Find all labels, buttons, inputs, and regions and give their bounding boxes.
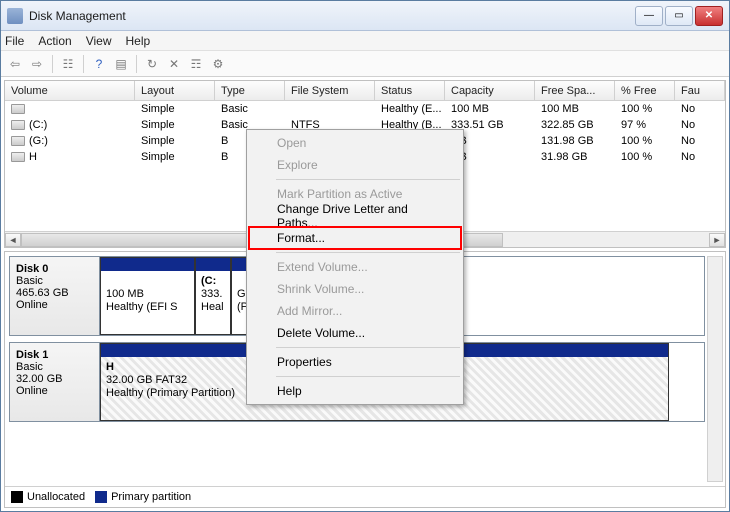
context-mirror[interactable]: Add Mirror... xyxy=(249,300,461,322)
context-change-letter[interactable]: Change Drive Letter and Paths... xyxy=(249,205,461,227)
menu-action[interactable]: Action xyxy=(38,34,71,48)
column-fault[interactable]: Fau xyxy=(675,81,725,100)
disk-label[interactable]: Disk 1Basic32.00 GBOnline xyxy=(10,343,100,421)
forward-icon[interactable]: ⇨ xyxy=(27,54,47,74)
context-properties[interactable]: Properties xyxy=(249,351,461,373)
table-row[interactable]: SimpleBasicHealthy (E...100 MB100 MB100 … xyxy=(5,101,725,117)
context-menu: Open Explore Mark Partition as Active Ch… xyxy=(246,129,464,405)
titlebar: Disk Management — ▭ ✕ xyxy=(1,1,729,31)
column-freespace[interactable]: Free Spa... xyxy=(535,81,615,100)
column-layout[interactable]: Layout xyxy=(135,81,215,100)
window-title: Disk Management xyxy=(29,9,635,23)
scroll-left-icon[interactable]: ◄ xyxy=(5,233,21,247)
close-button[interactable]: ✕ xyxy=(695,6,723,26)
column-type[interactable]: Type xyxy=(215,81,285,100)
context-separator xyxy=(276,347,460,348)
panes-icon[interactable]: ☷ xyxy=(58,54,78,74)
minimize-button[interactable]: — xyxy=(635,6,663,26)
column-filesystem[interactable]: File System xyxy=(285,81,375,100)
context-shrink[interactable]: Shrink Volume... xyxy=(249,278,461,300)
legend-label-unallocated: Unallocated xyxy=(27,491,85,503)
context-separator xyxy=(276,179,460,180)
context-explore[interactable]: Explore xyxy=(249,154,461,176)
window-controls: — ▭ ✕ xyxy=(635,6,723,26)
settings-icon[interactable]: ⚙ xyxy=(208,54,228,74)
properties-icon[interactable]: ☶ xyxy=(186,54,206,74)
volume-list-header: Volume Layout Type File System Status Ca… xyxy=(5,81,725,101)
refresh-icon[interactable]: ↻ xyxy=(142,54,162,74)
context-open[interactable]: Open xyxy=(249,132,461,154)
partition[interactable]: (C:333.Heal xyxy=(195,257,231,335)
context-extend[interactable]: Extend Volume... xyxy=(249,256,461,278)
back-icon[interactable]: ⇦ xyxy=(5,54,25,74)
legend-swatch-primary xyxy=(95,491,107,503)
column-capacity[interactable]: Capacity xyxy=(445,81,535,100)
drive-icon xyxy=(11,152,25,162)
legend-swatch-unallocated xyxy=(11,491,23,503)
column-volume[interactable]: Volume xyxy=(5,81,135,100)
delete-icon[interactable]: ✕ xyxy=(164,54,184,74)
menu-view[interactable]: View xyxy=(86,34,112,48)
menubar: File Action View Help xyxy=(1,31,729,51)
vertical-scrollbar[interactable] xyxy=(707,256,723,482)
app-icon xyxy=(7,8,23,24)
disk-label[interactable]: Disk 0Basic465.63 GBOnline xyxy=(10,257,100,335)
help-icon[interactable]: ? xyxy=(89,54,109,74)
context-separator xyxy=(276,252,460,253)
list-icon[interactable]: ▤ xyxy=(111,54,131,74)
toolbar-separator xyxy=(83,55,84,73)
context-separator xyxy=(276,376,460,377)
toolbar-separator xyxy=(136,55,137,73)
toolbar-separator xyxy=(52,55,53,73)
context-format[interactable]: Format... xyxy=(249,227,461,249)
context-delete[interactable]: Delete Volume... xyxy=(249,322,461,344)
scroll-right-icon[interactable]: ► xyxy=(709,233,725,247)
context-help[interactable]: Help xyxy=(249,380,461,402)
legend-label-primary: Primary partition xyxy=(111,491,191,503)
legend: Unallocated Primary partition xyxy=(5,486,725,507)
drive-icon xyxy=(11,104,25,114)
drive-icon xyxy=(11,136,25,146)
menu-file[interactable]: File xyxy=(5,34,24,48)
maximize-button[interactable]: ▭ xyxy=(665,6,693,26)
column-pctfree[interactable]: % Free xyxy=(615,81,675,100)
column-status[interactable]: Status xyxy=(375,81,445,100)
menu-help[interactable]: Help xyxy=(126,34,151,48)
partition[interactable]: 100 MBHealthy (EFI S xyxy=(100,257,195,335)
toolbar: ⇦ ⇨ ☷ ? ▤ ↻ ✕ ☶ ⚙ xyxy=(1,51,729,77)
drive-icon xyxy=(11,120,25,130)
